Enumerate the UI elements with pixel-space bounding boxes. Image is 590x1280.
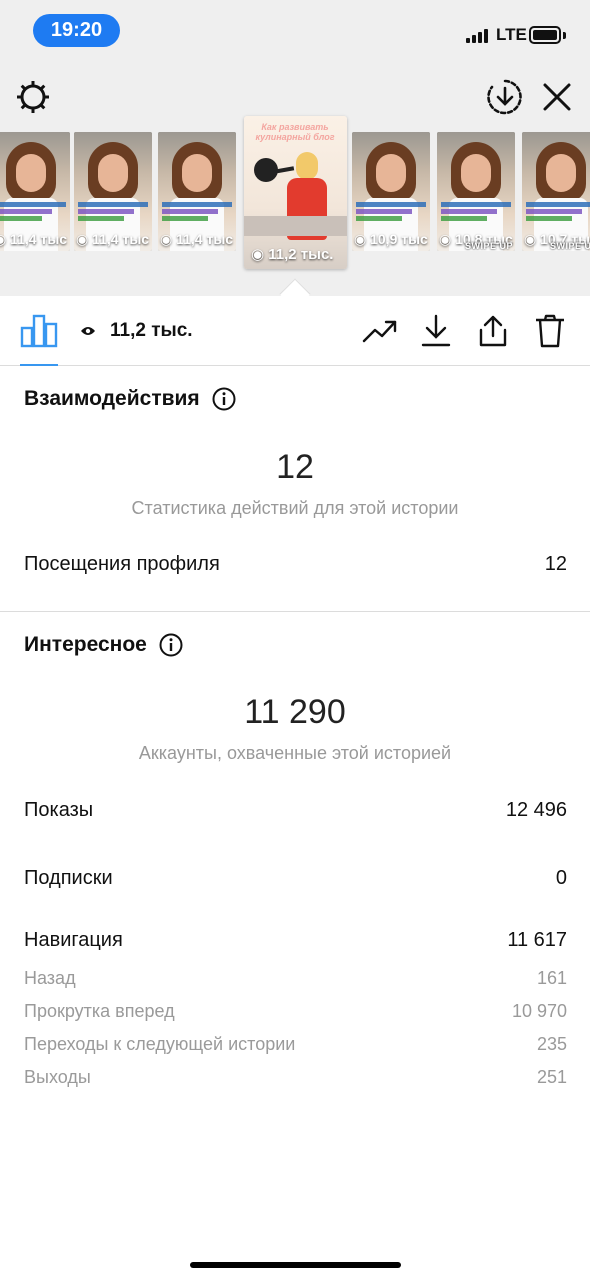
profile-visits-row: Посещения профиля 12: [24, 553, 567, 576]
story-thumbnail[interactable]: ◉ 11,4 тыс: [158, 132, 236, 251]
info-icon[interactable]: [159, 633, 183, 657]
navigation-exits-row: Выходы 251: [24, 1067, 567, 1088]
status-bar: 19:20 LTE: [0, 0, 590, 62]
story-thumbnail[interactable]: ◉ 11,4 тыс: [0, 132, 70, 251]
trash-icon[interactable]: [530, 312, 570, 350]
row-label: Назад: [24, 968, 76, 988]
story-header-area: 19:20 LTE ◉ 11,4 тыс ◉ 11,4 тыс ◉ 11,4 т…: [0, 0, 590, 296]
row-label: Переходы к следующей истории: [24, 1034, 296, 1054]
navigation-forward-row: Прокрутка вперед 10 970: [24, 1001, 567, 1022]
thumbnail-views: ◉ 11,4 тыс: [76, 231, 150, 247]
views-summary: 11,2 тыс.: [80, 320, 193, 342]
row-value: 11 617: [507, 929, 567, 951]
eye-icon: [81, 327, 95, 335]
story-thumbnail[interactable]: ◉ 11,4 тыс: [74, 132, 152, 251]
battery-tip: [563, 32, 566, 39]
bar-chart-icon[interactable]: [20, 312, 58, 348]
thumbnail-views: ◉ 11,2 тыс.: [251, 246, 334, 263]
interactions-total: 12: [276, 448, 314, 486]
trend-up-icon[interactable]: [360, 312, 400, 350]
navigation-back-row: Назад 161: [24, 968, 567, 989]
network-label: LTE: [496, 25, 527, 44]
row-value: 161: [536, 968, 567, 988]
story-thumbnail-selected[interactable]: Как развивать кулинарный блог ◉ 11,2 тыс…: [244, 116, 347, 269]
interactions-title: Взаимодействия: [24, 387, 200, 410]
follows-row: Подписки 0: [24, 867, 567, 890]
thumbnail-views: ◉ 10,9 тыс: [354, 231, 428, 247]
thumbnail-title: Как развивать кулинарный блог: [255, 122, 335, 143]
home-indicator[interactable]: [190, 1262, 401, 1268]
section-divider: [0, 611, 590, 612]
story-thumbnail-strip[interactable]: ◉ 11,4 тыс ◉ 11,4 тыс ◉ 11,4 тыс Как раз…: [0, 116, 590, 271]
signal-icon: [466, 27, 492, 43]
row-label: Прокрутка вперед: [24, 1001, 175, 1021]
swipe-up-sticker: SWIPE UP: [464, 241, 513, 251]
gear-icon[interactable]: [12, 76, 54, 118]
row-value: 0: [555, 867, 567, 889]
discovery-section-title: Интересное: [24, 633, 183, 657]
row-value: 235: [536, 1034, 567, 1054]
info-icon[interactable]: [212, 387, 236, 411]
navigation-row: Навигация 11 617: [24, 929, 567, 952]
story-thumbnail[interactable]: ◉ 10,9 тыс: [352, 132, 430, 251]
views-count: 11,2 тыс.: [110, 320, 193, 341]
row-label: Посещения профиля: [24, 553, 220, 575]
swipe-up-sticker: SWIPE UP: [549, 241, 590, 251]
discovery-title: Интересное: [24, 633, 147, 656]
impressions-row: Показы 12 496: [24, 799, 567, 822]
active-tab-indicator: [20, 364, 58, 366]
thumbnail-views: ◉ 11,4 тыс: [0, 231, 68, 247]
row-label: Подписки: [24, 867, 113, 889]
row-value: 251: [536, 1067, 567, 1087]
status-time[interactable]: 19:20: [33, 14, 120, 47]
discovery-total: 11 290: [244, 693, 346, 731]
interactions-caption: Статистика действий для этой истории: [131, 498, 459, 518]
row-value: 12 496: [505, 799, 567, 821]
row-label: Навигация: [24, 929, 123, 951]
row-label: Выходы: [24, 1067, 91, 1087]
close-icon[interactable]: [536, 76, 578, 118]
download-circle-icon[interactable]: [484, 76, 526, 118]
download-icon[interactable]: [416, 312, 456, 350]
row-label: Показы: [24, 799, 94, 821]
discovery-caption: Аккаунты, охваченные этой историей: [138, 743, 452, 763]
interactions-section-title: Взаимодействия: [24, 387, 236, 411]
row-value: 10 970: [511, 1001, 567, 1021]
battery-icon: [529, 26, 561, 44]
story-thumbnail[interactable]: ◉ 10,7 тыс SWIPE UP: [522, 132, 590, 251]
navigation-next-story-row: Переходы к следующей истории 235: [24, 1034, 567, 1055]
story-thumbnail[interactable]: ◉ 10,8 тыс SWIPE UP: [437, 132, 515, 251]
share-icon[interactable]: [473, 312, 513, 350]
thumbnail-views: ◉ 11,4 тыс: [160, 231, 234, 247]
row-value: 12: [544, 553, 567, 575]
